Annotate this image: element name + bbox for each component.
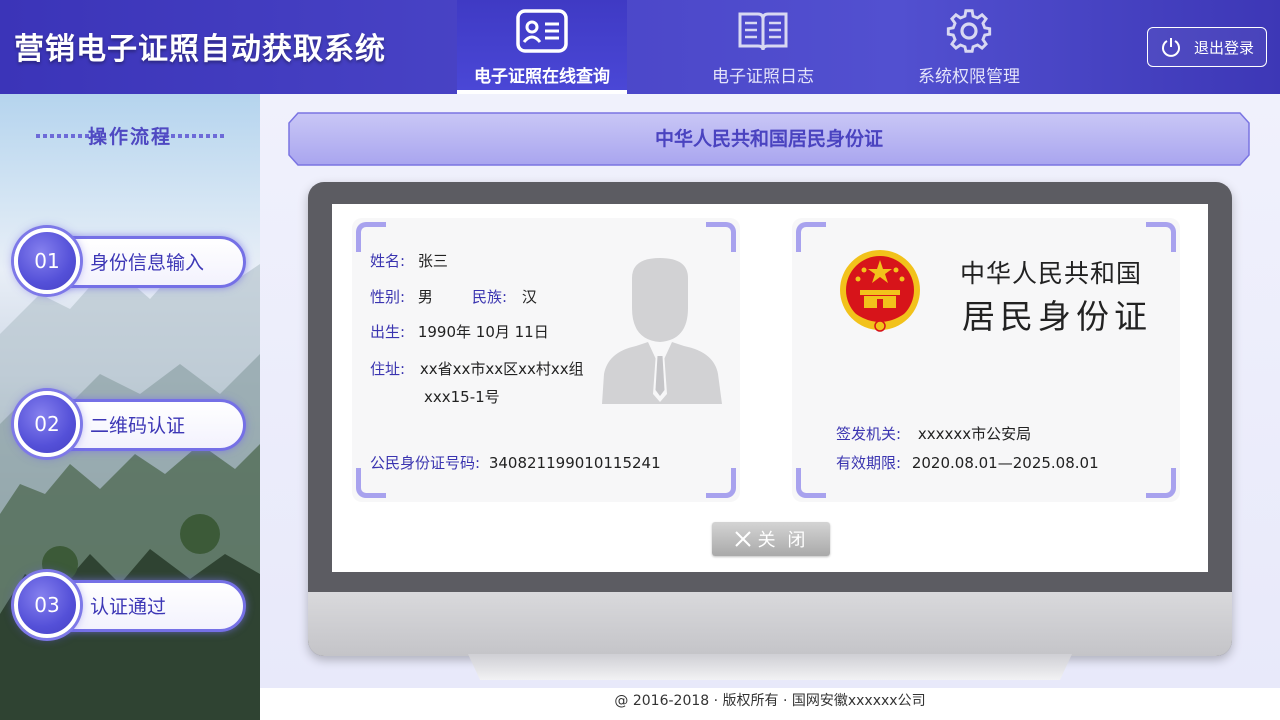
section-banner: 中华人民共和国居民身份证 (288, 112, 1250, 166)
birth-value: 1990年 10月 11日 (417, 323, 549, 341)
id-card-icon (516, 9, 568, 53)
id-number-value: 340821199010115241 (488, 454, 661, 472)
sex-field: 性别: 男 (370, 286, 433, 307)
ethnic-field: 民族: 汉 (472, 286, 537, 307)
portrait-placeholder-icon (602, 258, 722, 404)
tab-certificate-log[interactable]: 电子证照日志 (678, 0, 848, 94)
corner-marker (796, 468, 826, 498)
name-value: 张三 (417, 252, 448, 270)
tab-permission-management[interactable]: 系统权限管理 (884, 0, 1054, 94)
address-key: 住址: (370, 360, 406, 378)
banner-title: 中华人民共和国居民身份证 (654, 128, 883, 150)
monitor-frame: 姓名: 张三 性别: 男 民族: 汉 出生: 1990年 10月 11日 住址: (308, 182, 1232, 656)
validity-value: 2020.08.01—2025.08.01 (911, 454, 1099, 472)
name-field: 姓名: 张三 (370, 250, 448, 271)
sex-key: 性别: (370, 288, 406, 306)
birth-field: 出生: 1990年 10月 11日 (370, 321, 549, 342)
top-header: 营销电子证照自动获取系统 电子证照在线查询 电子证照日志 系统权限管理 退出登录 (0, 0, 1280, 94)
corner-marker (706, 468, 736, 498)
app-title: 营销电子证照自动获取系统 (14, 32, 386, 67)
national-emblem-icon (840, 250, 920, 332)
birth-key: 出生: (370, 323, 406, 341)
tab-label: 系统权限管理 (918, 67, 1020, 87)
ethnic-value: 汉 (521, 288, 537, 306)
authority-key: 签发机关: (836, 425, 902, 443)
tab-label: 电子证照日志 (712, 67, 814, 87)
close-button[interactable]: 关 闭 (712, 522, 830, 556)
process-title: 操作流程 (87, 126, 172, 148)
name-key: 姓名: (370, 252, 406, 270)
id-card-back: 中华人民共和国 居民身份证 签发机关: xxxxxx市公安局 有效期限: 202… (792, 218, 1180, 502)
address-field: 住址: xx省xx市xx区xx村xx组 (370, 358, 584, 379)
authority-field: 签发机关: xxxxxx市公安局 (836, 423, 1031, 444)
step-qr-auth: 02 二维码认证 (14, 391, 248, 457)
corner-marker (796, 222, 826, 252)
corner-marker (1146, 222, 1176, 252)
corner-marker (706, 222, 736, 252)
step-label: 认证通过 (90, 596, 167, 618)
address-line-1: xx省xx市xx区xx村xx组 (419, 360, 584, 378)
authority-value: xxxxxx市公安局 (917, 425, 1032, 443)
monitor-screen: 姓名: 张三 性别: 男 民族: 汉 出生: 1990年 10月 11日 住址: (332, 204, 1208, 572)
monitor-chin (308, 592, 1232, 656)
step-auth-passed: 03 认证通过 (14, 572, 248, 638)
footer-copyright: @ 2016-2018 · 版权所有 · 国网安徽xxxxxx公司 (260, 688, 1280, 720)
step-number: 03 (14, 572, 80, 638)
step-label: 身份信息输入 (90, 252, 205, 274)
step-label: 二维码认证 (90, 415, 186, 437)
book-icon (738, 12, 788, 51)
main-content: 中华人民共和国居民身份证 姓名: 张三 性别: 男 民族: 汉 出生: 1990… (260, 94, 1280, 694)
id-card-front: 姓名: 张三 性别: 男 民族: 汉 出生: 1990年 10月 11日 住址: (352, 218, 740, 502)
close-label: 关 闭 (757, 530, 809, 551)
process-sidebar: 操作流程 01 身份信息输入 02 二维码认证 03 认证通过 (0, 94, 260, 720)
sex-value: 男 (417, 288, 433, 306)
step-number: 01 (14, 228, 80, 294)
ethnic-key: 民族: (472, 288, 508, 306)
validity-field: 有效期限: 2020.08.01—2025.08.01 (836, 452, 1099, 473)
tab-online-query[interactable]: 电子证照在线查询 (457, 0, 627, 94)
corner-marker (356, 222, 386, 252)
id-number-field: 公民身份证号码: 340821199010115241 (370, 452, 661, 473)
address-line-2: xxx15-1号 (424, 388, 500, 406)
corner-marker (1146, 468, 1176, 498)
card-back-title-line2: 居民身份证 (962, 297, 1152, 336)
step-identity-input: 01 身份信息输入 (14, 228, 248, 294)
close-icon (734, 531, 751, 547)
logout-button[interactable]: 退出登录 (1147, 27, 1267, 67)
step-number: 02 (14, 391, 80, 457)
card-back-title-line1: 中华人民共和国 (960, 259, 1143, 288)
id-number-key: 公民身份证号码: (370, 454, 481, 472)
power-icon (1162, 38, 1180, 57)
monitor-stand (468, 654, 1072, 680)
logout-label: 退出登录 (1193, 38, 1254, 57)
validity-key: 有效期限: (836, 454, 902, 472)
tab-label: 电子证照在线查询 (474, 67, 610, 87)
gear-icon (946, 9, 992, 53)
